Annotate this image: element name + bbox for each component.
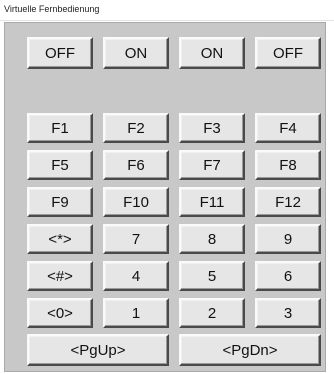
f3-button[interactable]: F3 bbox=[179, 113, 245, 143]
f6-button[interactable]: F6 bbox=[103, 150, 169, 180]
f12-button[interactable]: F12 bbox=[255, 187, 321, 217]
page-down-button[interactable]: <PgDn> bbox=[179, 334, 321, 366]
digit-6-button[interactable]: 6 bbox=[255, 261, 321, 291]
f4-button[interactable]: F4 bbox=[255, 113, 321, 143]
f5-button[interactable]: F5 bbox=[27, 150, 93, 180]
zero-button[interactable]: <0> bbox=[27, 298, 93, 328]
f11-button[interactable]: F11 bbox=[179, 187, 245, 217]
window-title: Virtuelle Fernbedienung bbox=[4, 4, 100, 14]
digit-4-button[interactable]: 4 bbox=[103, 261, 169, 291]
f1-button[interactable]: F1 bbox=[27, 113, 93, 143]
power-on-button-2[interactable]: ON bbox=[179, 37, 245, 69]
f9-button[interactable]: F9 bbox=[27, 187, 93, 217]
f8-button[interactable]: F8 bbox=[255, 150, 321, 180]
title-bar: Virtuelle Fernbedienung bbox=[0, 0, 334, 21]
power-on-button-1[interactable]: ON bbox=[103, 37, 169, 69]
power-off-button-2[interactable]: OFF bbox=[255, 37, 321, 69]
digit-7-button[interactable]: 7 bbox=[103, 224, 169, 254]
hash-button[interactable]: <#> bbox=[27, 261, 93, 291]
digit-9-button[interactable]: 9 bbox=[255, 224, 321, 254]
f7-button[interactable]: F7 bbox=[179, 150, 245, 180]
remote-window: Virtuelle Fernbedienung OFF ON ON OFF F1… bbox=[0, 0, 334, 374]
f10-button[interactable]: F10 bbox=[103, 187, 169, 217]
digit-1-button[interactable]: 1 bbox=[103, 298, 169, 328]
star-button[interactable]: <*> bbox=[27, 224, 93, 254]
digit-5-button[interactable]: 5 bbox=[179, 261, 245, 291]
page-up-button[interactable]: <PgUp> bbox=[27, 334, 169, 366]
remote-panel: OFF ON ON OFF F1 F2 F3 F4 F5 F6 F7 F8 F9… bbox=[4, 22, 326, 372]
power-off-button-1[interactable]: OFF bbox=[27, 37, 93, 69]
digit-2-button[interactable]: 2 bbox=[179, 298, 245, 328]
f2-button[interactable]: F2 bbox=[103, 113, 169, 143]
digit-3-button[interactable]: 3 bbox=[255, 298, 321, 328]
digit-8-button[interactable]: 8 bbox=[179, 224, 245, 254]
